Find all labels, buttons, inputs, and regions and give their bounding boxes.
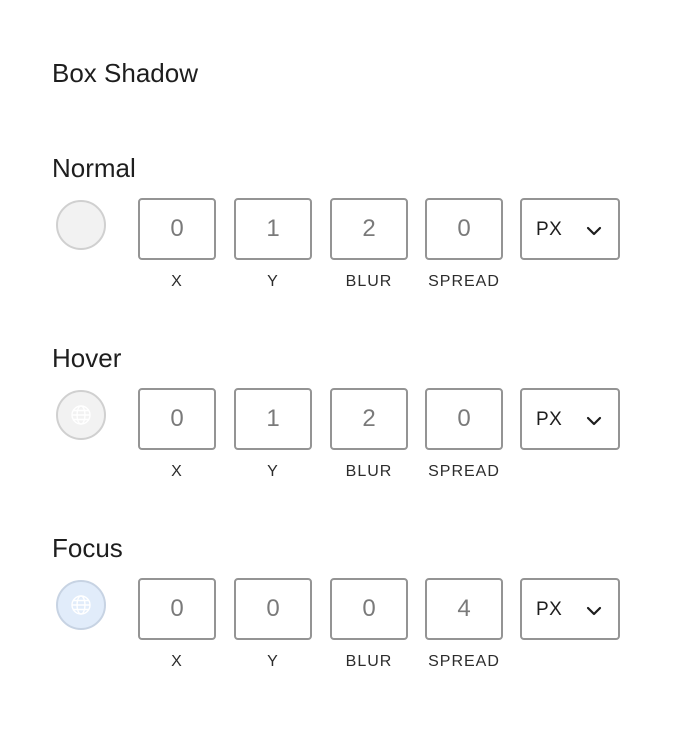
unit-value: PX — [536, 409, 563, 430]
blur-label: BLUR — [345, 463, 393, 480]
state-hover: Hover X Y BLUR SPREAD PX — [0, 342, 678, 492]
chevron-down-icon — [586, 606, 602, 616]
unit-select[interactable]: PX — [520, 578, 620, 640]
x-field: X — [138, 198, 216, 291]
spread-input[interactable] — [425, 388, 503, 450]
y-field: Y — [234, 578, 312, 671]
x-input[interactable] — [138, 198, 216, 260]
spread-field: SPREAD — [425, 578, 503, 671]
panel-title: Box Shadow — [52, 58, 198, 88]
unit-value: PX — [536, 219, 563, 240]
state-focus: Focus X Y BLUR SPREAD PX — [0, 532, 678, 682]
y-label: Y — [267, 463, 279, 480]
spread-label: SPREAD — [428, 273, 500, 290]
blur-field: BLUR — [330, 388, 408, 481]
chevron-down-icon — [586, 226, 602, 236]
x-input[interactable] — [138, 578, 216, 640]
unit-select[interactable]: PX — [520, 388, 620, 450]
blur-label: BLUR — [345, 273, 393, 290]
color-swatch-focus[interactable] — [56, 580, 106, 630]
y-input[interactable] — [234, 198, 312, 260]
x-label: X — [171, 653, 183, 670]
y-input[interactable] — [234, 578, 312, 640]
blur-field: BLUR — [330, 198, 408, 291]
globe-icon — [71, 595, 91, 615]
y-label: Y — [267, 273, 279, 290]
x-field: X — [138, 388, 216, 481]
state-normal: Normal X Y BLUR SPREAD PX — [0, 152, 678, 302]
unit-value: PX — [536, 599, 563, 620]
spread-input[interactable] — [425, 578, 503, 640]
spread-input[interactable] — [425, 198, 503, 260]
color-swatch-hover[interactable] — [56, 390, 106, 440]
blur-field: BLUR — [330, 578, 408, 671]
x-label: X — [171, 273, 183, 290]
spread-label: SPREAD — [428, 463, 500, 480]
y-field: Y — [234, 388, 312, 481]
x-input[interactable] — [138, 388, 216, 450]
y-input[interactable] — [234, 388, 312, 450]
spread-field: SPREAD — [425, 388, 503, 481]
unit-select[interactable]: PX — [520, 198, 620, 260]
blur-label: BLUR — [345, 653, 393, 670]
state-title: Hover — [52, 343, 122, 373]
x-field: X — [138, 578, 216, 671]
chevron-down-icon — [586, 416, 602, 426]
state-title: Normal — [52, 153, 136, 183]
blur-input[interactable] — [330, 198, 408, 260]
y-field: Y — [234, 198, 312, 291]
blur-input[interactable] — [330, 578, 408, 640]
blur-input[interactable] — [330, 388, 408, 450]
globe-icon — [71, 405, 91, 425]
spread-label: SPREAD — [428, 653, 500, 670]
x-label: X — [171, 463, 183, 480]
y-label: Y — [267, 653, 279, 670]
state-title: Focus — [52, 533, 123, 563]
spread-field: SPREAD — [425, 198, 503, 291]
color-swatch-normal[interactable] — [56, 200, 106, 250]
